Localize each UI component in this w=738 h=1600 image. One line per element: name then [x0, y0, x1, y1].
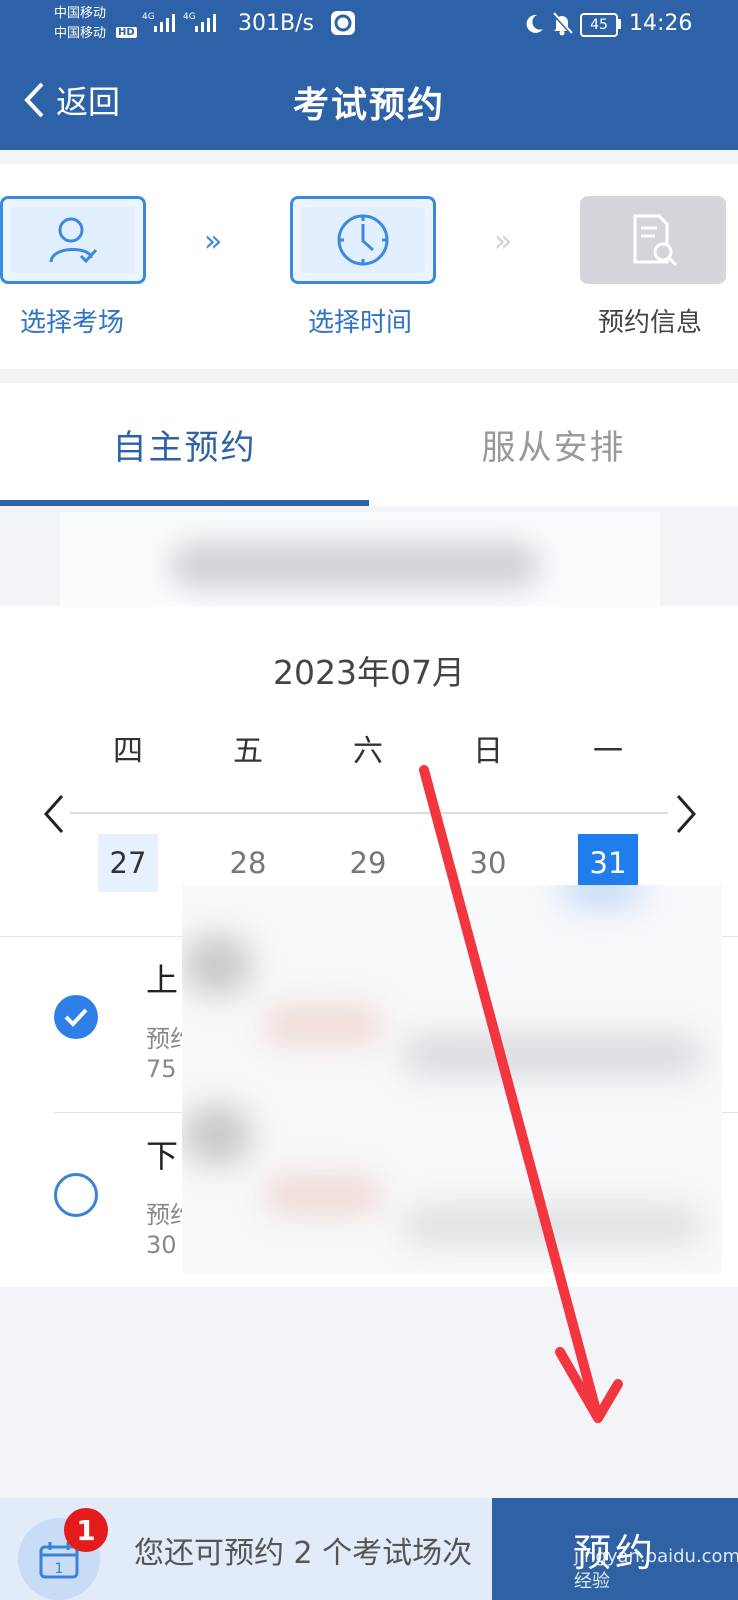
weekday-label: 五 — [233, 734, 263, 769]
step-select-time — [290, 196, 436, 284]
watermark: jingyan.baidu.com 经验 — [574, 1546, 738, 1592]
chevron-double-right-icon: » — [494, 224, 513, 259]
page-title: 考试预约 — [292, 85, 445, 126]
app-header: 中国移动 中国移动 HD 4G 4G 301B/s 45 14:26 返回 考试… — [0, 0, 738, 150]
carrier-2: 中国移动 — [54, 26, 107, 41]
chevron-right-icon — [676, 795, 697, 833]
session-title: 上 — [146, 961, 179, 999]
day-cell[interactable]: 29 — [338, 834, 398, 892]
moon-icon — [526, 14, 543, 33]
step-label-time: 选择时间 — [308, 308, 413, 338]
step-select-venue — [0, 196, 146, 284]
session-capacity: 75 — [146, 1055, 177, 1083]
session-radio-selected[interactable] — [54, 995, 98, 1039]
clock-icon — [337, 214, 389, 266]
session-radio[interactable] — [54, 1173, 98, 1217]
session-title: 下 — [146, 1137, 179, 1175]
carrier-1: 中国移动 — [54, 6, 107, 21]
battery-level: 45 — [590, 17, 608, 33]
remaining-bookings-text: 您还可预约 2 个考试场次 — [134, 1536, 473, 1571]
check-icon — [64, 1008, 88, 1027]
progress-steps: 选择考场 » 选择时间 » 预约信息 — [0, 164, 738, 369]
signal-icon-1 — [154, 14, 175, 32]
step-label-venue: 选择考场 — [20, 308, 125, 338]
tab-self-booking[interactable]: 自主预约 — [0, 383, 369, 506]
step-booking-info — [580, 196, 726, 284]
battery-tip — [618, 19, 621, 29]
notification-badge: 1 — [64, 1508, 108, 1552]
mute-bell-icon — [552, 12, 573, 36]
chevron-left-icon — [43, 795, 64, 833]
weekday-label: 一 — [593, 734, 623, 769]
next-week-button[interactable] — [666, 786, 706, 842]
clock: 14:26 — [629, 11, 693, 36]
blurred-session-details — [182, 885, 722, 1273]
prev-week-button[interactable] — [36, 786, 76, 842]
session-capacity: 30 — [146, 1231, 177, 1259]
step-label-info: 预约信息 — [598, 308, 703, 338]
month-label: 2023年07月 — [273, 653, 465, 692]
weekday-label: 四 — [113, 734, 143, 769]
day-cell[interactable]: 30 — [458, 834, 518, 892]
chevron-double-right-icon: » — [204, 224, 223, 259]
blurred-venue-info — [60, 512, 660, 620]
day-cell[interactable]: 27 — [98, 834, 158, 892]
app-notification-icon — [331, 11, 355, 35]
svg-text:1: 1 — [55, 1561, 64, 1577]
day-cell[interactable]: 28 — [218, 834, 278, 892]
tab-assigned[interactable]: 服从安排 — [369, 383, 738, 506]
network-speed: 301B/s — [238, 11, 314, 36]
hd-badge: HD — [116, 27, 137, 38]
tab-underline — [0, 500, 369, 506]
document-search-icon — [633, 214, 678, 267]
calendar-divider — [70, 812, 668, 814]
weekday-label: 日 — [473, 734, 503, 769]
day-cell-selected[interactable]: 31 — [578, 834, 638, 892]
booking-mode-tabs: 自主预约 服从安排 — [0, 383, 738, 506]
signal-icon-2 — [195, 14, 216, 32]
battery-icon: 45 — [580, 13, 618, 37]
weekday-label: 六 — [353, 734, 383, 769]
user-check-icon — [49, 217, 98, 264]
